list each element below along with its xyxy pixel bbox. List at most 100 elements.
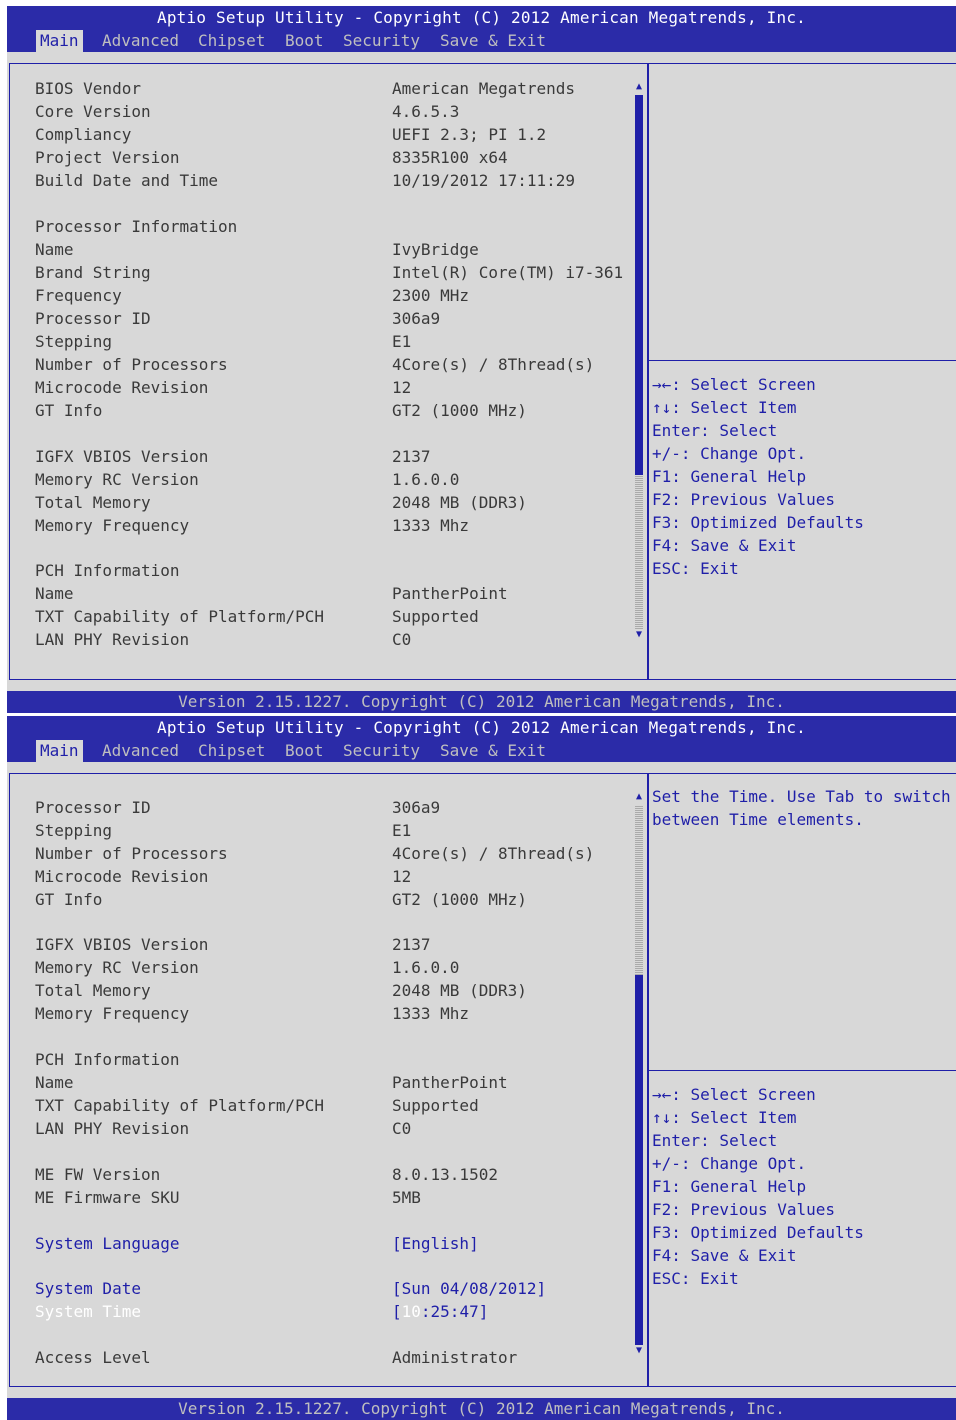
system-time-option[interactable]: System Time [10:25:47] [35,1300,635,1323]
info-row: Frequency 2300 MHz [35,284,635,307]
row-label: LAN PHY Revision [35,630,190,649]
info-row: ME FW Version 8.0.13.1502 [35,1163,635,1186]
tab-chipset[interactable]: Chipset [194,30,269,52]
row-label: Number of Processors [35,844,228,863]
scroll-down-arrow-icon[interactable]: ▼ [634,1345,644,1357]
row-value: 2048 MB (DDR3) [392,493,527,512]
row-value: 2137 [392,935,431,954]
row-label: LAN PHY Revision [35,1119,190,1138]
info-row: Total Memory 2048 MB (DDR3) [35,979,635,1002]
row-label: Name [35,240,74,259]
key-hint: F4: Save & Exit [652,536,797,555]
scrollbar[interactable]: ▲ ▼ [634,81,644,641]
key-hint: Enter: Select [652,421,778,440]
key-hint: ↑↓: Select Item [652,398,797,417]
info-row: TXT Capability of Platform/PCH Supported [35,605,635,628]
row-value: 1.6.0.0 [392,470,460,489]
info-row: Compliancy UEFI 2.3; PI 1.2 [35,123,635,146]
help-panel: Set the Time. Use Tab to switch between … [648,773,956,1387]
title-bar: Aptio Setup Utility - Copyright (C) 2012… [7,716,956,740]
tab-advanced[interactable]: Advanced [98,740,183,762]
row-label: Compliancy [35,125,132,144]
info-row: Number of Processors 4Core(s) / 8Thread(s… [35,353,635,376]
row-label: Brand String [35,263,151,282]
info-row: Memory Frequency 1333 Mhz [35,514,635,537]
row-label: IGFX VBIOS Version [35,447,209,466]
row-value: 8.0.13.1502 [392,1165,498,1184]
row-value: E1 [392,332,412,351]
row-label: Frequency [35,286,122,305]
info-row: LAN PHY Revision C0 [35,628,635,651]
tab-boot[interactable]: Boot [281,740,328,762]
help-text: Set the Time. Use Tab to switch between … [652,787,951,829]
tab-security[interactable]: Security [339,740,424,762]
info-row: Total Memory 2048 MB (DDR3) [35,491,635,514]
title-bar: Aptio Setup Utility - Copyright (C) 2012… [7,6,956,30]
row-value: Supported [392,1096,479,1115]
scroll-down-arrow-icon[interactable]: ▼ [634,629,644,641]
tab-advanced[interactable]: Advanced [98,30,183,52]
row-label: TXT Capability of Platform/PCH [35,607,324,626]
system-language-option[interactable]: System Language [English] [35,1232,635,1255]
language-value[interactable]: [English] [392,1232,479,1255]
row-label: IGFX VBIOS Version [35,935,209,954]
key-hint: Enter: Select [652,1131,778,1150]
info-row: Memory Frequency 1333 Mhz [35,1002,635,1025]
row-label: GT Info [35,401,103,420]
main-body: BIOS Vendor American Megatrends Core Vers… [7,52,956,691]
section-heading: PCH Information [35,559,635,582]
tab-chipset[interactable]: Chipset [194,740,269,762]
info-row: Processor ID 306a9 [35,307,635,330]
key-hint: F1: General Help [652,1177,807,1196]
row-label: PCH Information [35,1050,180,1069]
info-row: Core Version 4.6.5.3 [35,100,635,123]
info-row: Build Date and Time 10/19/2012 17:11:29 [35,169,635,192]
row-label: ME Firmware SKU [35,1188,180,1207]
scrollbar-track[interactable] [635,475,643,629]
scrollbar-thumb[interactable] [635,975,643,1345]
info-row: Project Version 8335R100 x64 [35,146,635,169]
date-value[interactable]: [Sun 04/08/2012] [392,1277,546,1300]
row-label: Stepping [35,821,113,840]
scrollbar[interactable]: ▲ ▼ [634,791,644,1357]
menu-bar: Main Advanced Chipset Boot Security Save… [7,30,956,52]
row-value: IvyBridge [392,240,479,259]
time-value[interactable]: [10:25:47] [392,1300,488,1323]
tab-main[interactable]: Main [36,30,83,52]
row-value: E1 [392,821,412,840]
row-value: 5MB [392,1188,421,1207]
settings-panel: BIOS Vendor American Megatrends Core Vers… [9,63,648,680]
row-label: PCH Information [35,561,180,580]
tab-boot[interactable]: Boot [281,30,328,52]
row-label: Name [35,1073,74,1092]
row-label: Microcode Revision [35,378,209,397]
time-hour-field[interactable]: 10 [402,1302,421,1321]
info-row: Name IvyBridge [35,238,635,261]
scroll-up-arrow-icon[interactable]: ▲ [634,81,644,93]
key-legend: →←: Select Screen ↑↓: Select Item Enter:… [652,1083,864,1290]
scroll-up-arrow-icon[interactable]: ▲ [634,791,644,803]
row-value: 1333 Mhz [392,1004,470,1023]
row-label: Project Version [35,148,180,167]
info-row: Stepping E1 [35,330,635,353]
info-row: TXT Capability of Platform/PCH Supported [35,1094,635,1117]
scrollbar-track[interactable] [635,805,643,975]
tab-security[interactable]: Security [339,30,424,52]
tab-main[interactable]: Main [36,740,83,762]
info-row: ME Firmware SKU 5MB [35,1186,635,1209]
row-label: Memory Frequency [35,1004,190,1023]
row-label: Name [35,584,74,603]
bios-screen-1: Aptio Setup Utility - Copyright (C) 2012… [7,0,956,713]
row-value: 2300 MHz [392,286,470,305]
system-date-option[interactable]: System Date [Sun 04/08/2012] [35,1277,635,1300]
key-hint: F4: Save & Exit [652,1246,797,1265]
info-row: Brand String Intel(R) Core(TM) i7-361 [35,261,635,284]
tab-save-exit[interactable]: Save & Exit [436,30,550,52]
tab-save-exit[interactable]: Save & Exit [436,740,550,762]
footer-bar: Version 2.15.1227. Copyright (C) 2012 Am… [7,691,956,713]
row-value: GT2 (1000 MHz) [392,401,527,420]
scrollbar-thumb[interactable] [635,95,643,475]
info-row: Memory RC Version 1.6.0.0 [35,956,635,979]
key-hint: +/-: Change Opt. [652,1154,807,1173]
row-value: Administrator [392,1348,518,1367]
